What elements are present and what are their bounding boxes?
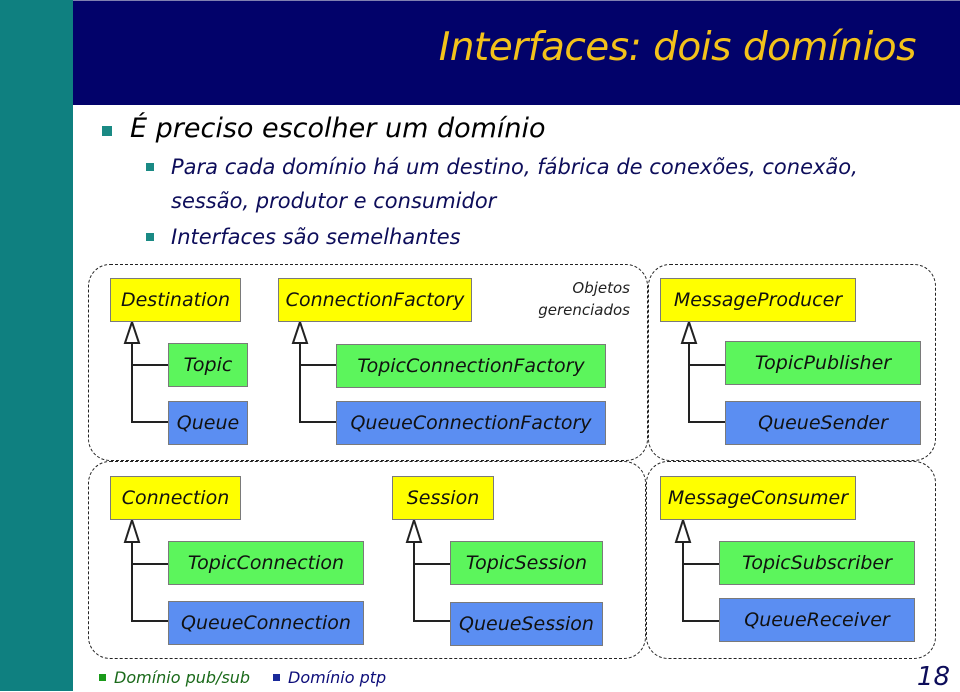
note-line-2: gerenciados bbox=[538, 301, 630, 319]
interface-topic-subscriber: TopicSubscriber bbox=[719, 541, 915, 585]
bullet-level2-continuation: sessão, produtor e consumidor bbox=[171, 189, 497, 213]
bullet-level1: É preciso escolher um domínio bbox=[130, 113, 546, 144]
legend-pubsub-square-icon bbox=[99, 674, 106, 681]
interface-destination: Destination bbox=[110, 278, 241, 322]
interface-queue-connection-factory: QueueConnectionFactory bbox=[336, 401, 606, 445]
interface-topic-publisher: TopicPublisher bbox=[725, 341, 921, 385]
interface-queue-session: QueueSession bbox=[450, 602, 603, 646]
bullet-square-icon bbox=[146, 233, 154, 241]
interface-message-consumer: MessageConsumer bbox=[660, 476, 856, 520]
interface-connection-factory: ConnectionFactory bbox=[278, 278, 472, 322]
bullet-level2: Para cada domínio há um destino, fábrica… bbox=[171, 155, 858, 179]
sidebar-band bbox=[0, 0, 73, 691]
interface-queue-connection: QueueConnection bbox=[168, 601, 364, 645]
interface-topic-connection-factory: TopicConnectionFactory bbox=[336, 344, 606, 388]
interface-topic-session: TopicSession bbox=[450, 541, 603, 585]
page-number: 18 bbox=[916, 662, 950, 692]
bullet-square-icon bbox=[146, 163, 154, 171]
interface-connection: Connection bbox=[110, 476, 241, 520]
title-bar: Interfaces: dois domínios bbox=[73, 0, 960, 105]
interface-topic-connection: TopicConnection bbox=[168, 541, 364, 585]
slide-title: Interfaces: dois domínios bbox=[438, 25, 917, 70]
interface-queue-sender: QueueSender bbox=[725, 401, 921, 445]
interface-queue: Queue bbox=[168, 401, 248, 445]
bullet-square-icon bbox=[102, 126, 112, 136]
legend-ptp-square-icon bbox=[273, 674, 280, 681]
bullet-level2: Interfaces são semelhantes bbox=[171, 225, 461, 249]
interface-topic: Topic bbox=[168, 343, 248, 387]
interface-queue-receiver: QueueReceiver bbox=[719, 598, 915, 642]
legend-pubsub: Domínio pub/sub bbox=[114, 668, 251, 687]
note-line-1: Objetos bbox=[572, 279, 630, 297]
legend-ptp: Domínio ptp bbox=[288, 668, 387, 687]
managed-objects-note: Objetos gerenciados bbox=[510, 277, 630, 321]
interface-message-producer: MessageProducer bbox=[660, 278, 856, 322]
interface-session: Session bbox=[392, 476, 494, 520]
